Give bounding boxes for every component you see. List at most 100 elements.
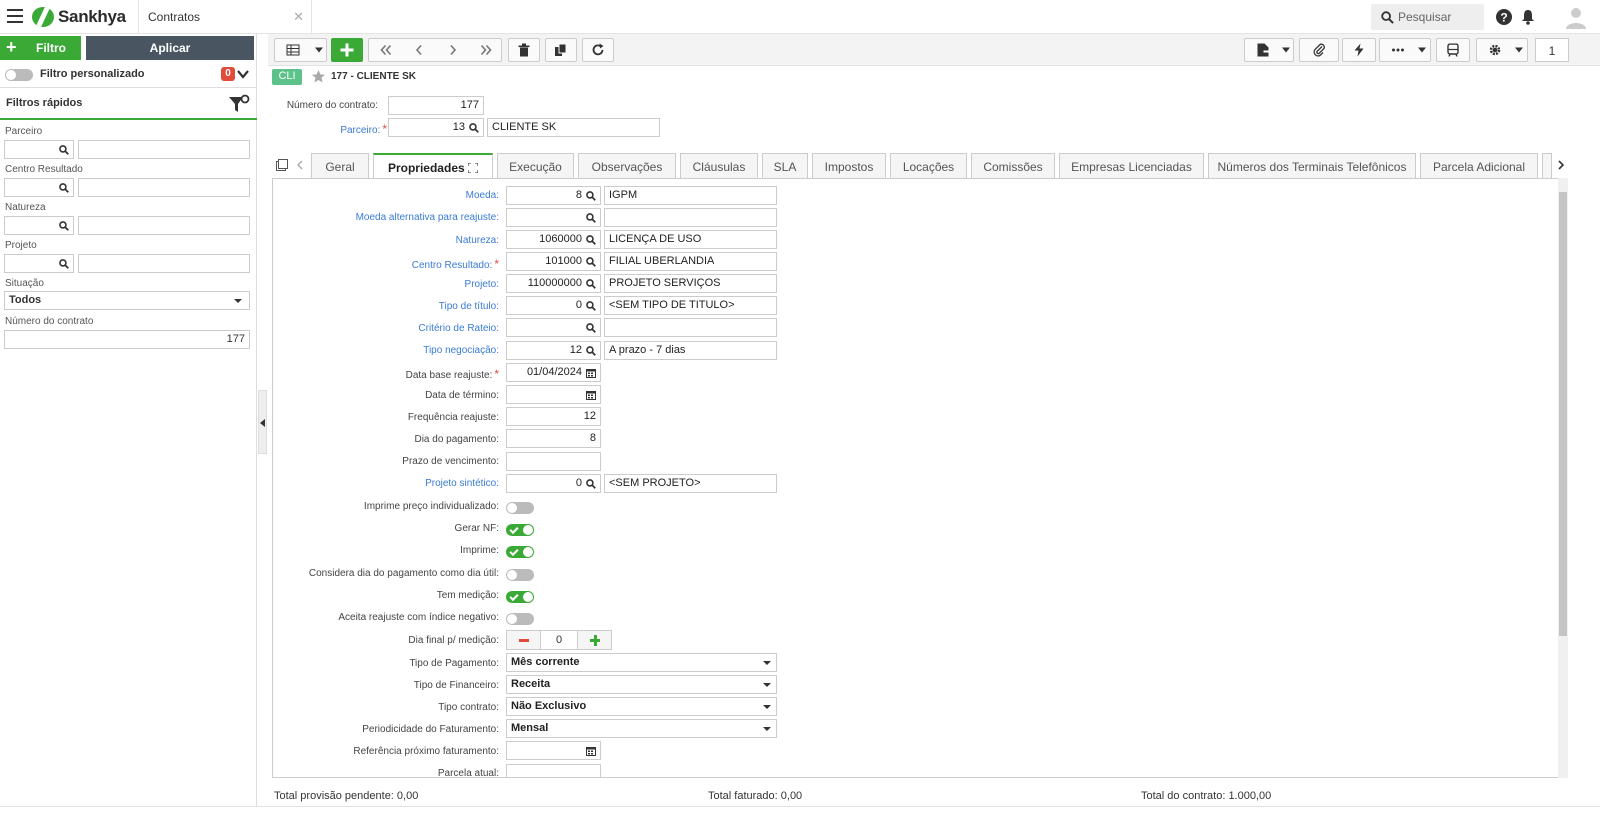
tab-propriedades[interactable]: Propriedades [373,153,493,179]
criterio-rateio-label[interactable]: Critério de Rateio: [418,323,499,334]
situacao-filter-select[interactable]: Todos [4,291,250,310]
centro-resultado-desc-input[interactable]: FILIAL UBERLANDIA [604,252,777,271]
centro-resultado-code-input[interactable]: 101000 [506,252,601,271]
natureza-filter-code-input[interactable] [4,216,74,235]
close-icon[interactable]: ✕ [293,9,304,25]
parceiro-filter-desc-input[interactable] [78,140,250,159]
criterio-rateio-code-input[interactable] [506,318,601,337]
moeda-alternativa-label[interactable]: Moeda alternativa para reajuste: [356,212,499,223]
tipo-negociacao-code-input[interactable]: 12 [506,341,601,360]
centro-resultado-label[interactable]: Centro Resultado: [412,260,493,271]
projeto-label[interactable]: Projeto: [465,279,499,290]
tipo-titulo-label[interactable]: Tipo de título: [439,301,499,312]
natureza-desc-input[interactable]: LICENÇA DE USO [604,230,777,249]
data-termino-input[interactable] [506,385,601,404]
help-icon[interactable]: ? [1496,9,1512,25]
centro-resultado-label-wrap[interactable]: Centro Resultado: * [412,257,499,271]
tab-locacoes[interactable]: Locações [890,153,967,178]
natureza-filter-desc-input[interactable] [78,216,250,235]
criterio-rateio-desc-input[interactable] [604,318,777,337]
tab-parcela-adicional[interactable]: Parcela Adicional [1420,153,1538,178]
projeto-desc-input[interactable]: PROJETO SERVIÇOS [604,274,777,293]
grid-view-button[interactable] [274,38,327,62]
search-icon[interactable] [586,479,596,489]
tab-geral[interactable]: Geral [311,153,369,178]
moeda-code-input[interactable]: 8 [506,186,601,205]
tab-numeros-terminais[interactable]: Números dos Terminais Telefônicos [1208,153,1416,178]
projeto-code-input[interactable]: 110000000 [506,274,601,293]
search-icon[interactable] [586,279,596,289]
search-icon[interactable] [586,301,596,311]
duplicate-button[interactable] [545,38,577,62]
avatar[interactable] [1564,5,1588,29]
search-icon[interactable] [586,213,596,223]
apply-button[interactable]: Aplicar [86,36,254,60]
dia-pagamento-input[interactable]: 8 [506,429,601,448]
natureza-code-input[interactable]: 1060000 [506,230,601,249]
parceiro-label-wrap[interactable]: Parceiro: * [270,122,387,136]
referencia-faturamento-input[interactable] [506,741,601,760]
calendar-icon[interactable] [586,746,596,756]
search-icon[interactable] [586,191,596,201]
considera-dia-util-toggle[interactable] [506,569,534,581]
centro-filter-code-input[interactable] [4,178,74,197]
previous-record-icon[interactable] [415,44,423,56]
chevron-left-icon[interactable] [297,160,303,170]
numero-contrato-input[interactable]: 177 [388,96,484,115]
chevron-down-icon[interactable] [237,70,249,79]
parceiro-code-input[interactable]: 13 [388,118,484,137]
minus-button[interactable] [507,631,541,649]
tab-observacoes[interactable]: Observações [578,153,676,178]
more-options-button[interactable] [1379,38,1431,62]
tipo-titulo-desc-input[interactable]: <SEM TIPO DE TITULO> [604,296,777,315]
tipo-contrato-select[interactable]: Não Exclusivo [506,697,777,716]
tipo-titulo-code-input[interactable]: 0 [506,296,601,315]
tem-medicao-toggle[interactable] [506,591,534,603]
numero-contrato-filter-input[interactable]: 177 [4,330,250,349]
frequencia-reajuste-input[interactable]: 12 [506,407,601,426]
imprime-toggle[interactable] [506,546,534,558]
actions-button[interactable] [1342,38,1376,62]
attachments-button[interactable] [1299,38,1339,62]
projeto-filter-code-input[interactable] [4,254,74,273]
gerar-nf-toggle[interactable] [506,524,534,536]
centro-filter-desc-input[interactable] [78,178,250,197]
add-record-button[interactable] [331,38,363,62]
first-record-icon[interactable] [380,44,393,56]
moeda-label[interactable]: Moeda: [466,190,499,201]
expand-tabs-icon[interactable] [276,159,288,171]
tab-contratos[interactable]: Contratos ✕ [138,0,312,34]
reports-button[interactable] [1244,38,1294,62]
tipo-negociacao-desc-input[interactable]: A prazo - 7 dias [604,341,777,360]
tipo-financeiro-select[interactable]: Receita [506,675,777,694]
settings-button[interactable] [1476,38,1528,62]
moeda-alternativa-code-input[interactable] [506,208,601,227]
periodicidade-faturamento-select[interactable]: Mensal [506,719,777,738]
search-icon[interactable] [59,259,69,269]
search-icon[interactable] [59,145,69,155]
bell-icon[interactable] [1521,9,1535,25]
data-base-input[interactable]: 01/04/2024 [506,363,601,382]
moeda-desc-input[interactable]: IGPM [604,186,777,205]
expand-icon[interactable] [467,162,479,174]
tab-execucao[interactable]: Execução [497,153,574,178]
search-input[interactable]: Pesquisar [1371,4,1484,30]
delete-button[interactable] [508,38,540,62]
search-icon[interactable] [586,323,596,333]
search-icon[interactable] [59,221,69,231]
scrollbar-thumb[interactable] [1559,192,1567,636]
parcela-atual-input[interactable] [506,764,601,777]
prazo-vencimento-input[interactable] [506,452,601,471]
refresh-button[interactable] [582,38,614,62]
projeto-sintetico-code-input[interactable]: 0 [506,474,601,493]
parceiro-name-input[interactable]: CLIENTE SK [487,118,660,137]
parceiro-label[interactable]: Parceiro: [340,125,380,136]
search-icon[interactable] [586,257,596,267]
tab-impostos[interactable]: Impostos [812,153,886,178]
funnel-settings-icon[interactable] [228,94,250,114]
tab-clausulas[interactable]: Cláusulas [680,153,758,178]
menu-icon[interactable] [7,9,23,23]
tipo-pagamento-select[interactable]: Mês corrente [506,653,777,672]
tab-sla[interactable]: SLA [762,153,808,178]
page-number[interactable]: 1 [1535,38,1569,62]
